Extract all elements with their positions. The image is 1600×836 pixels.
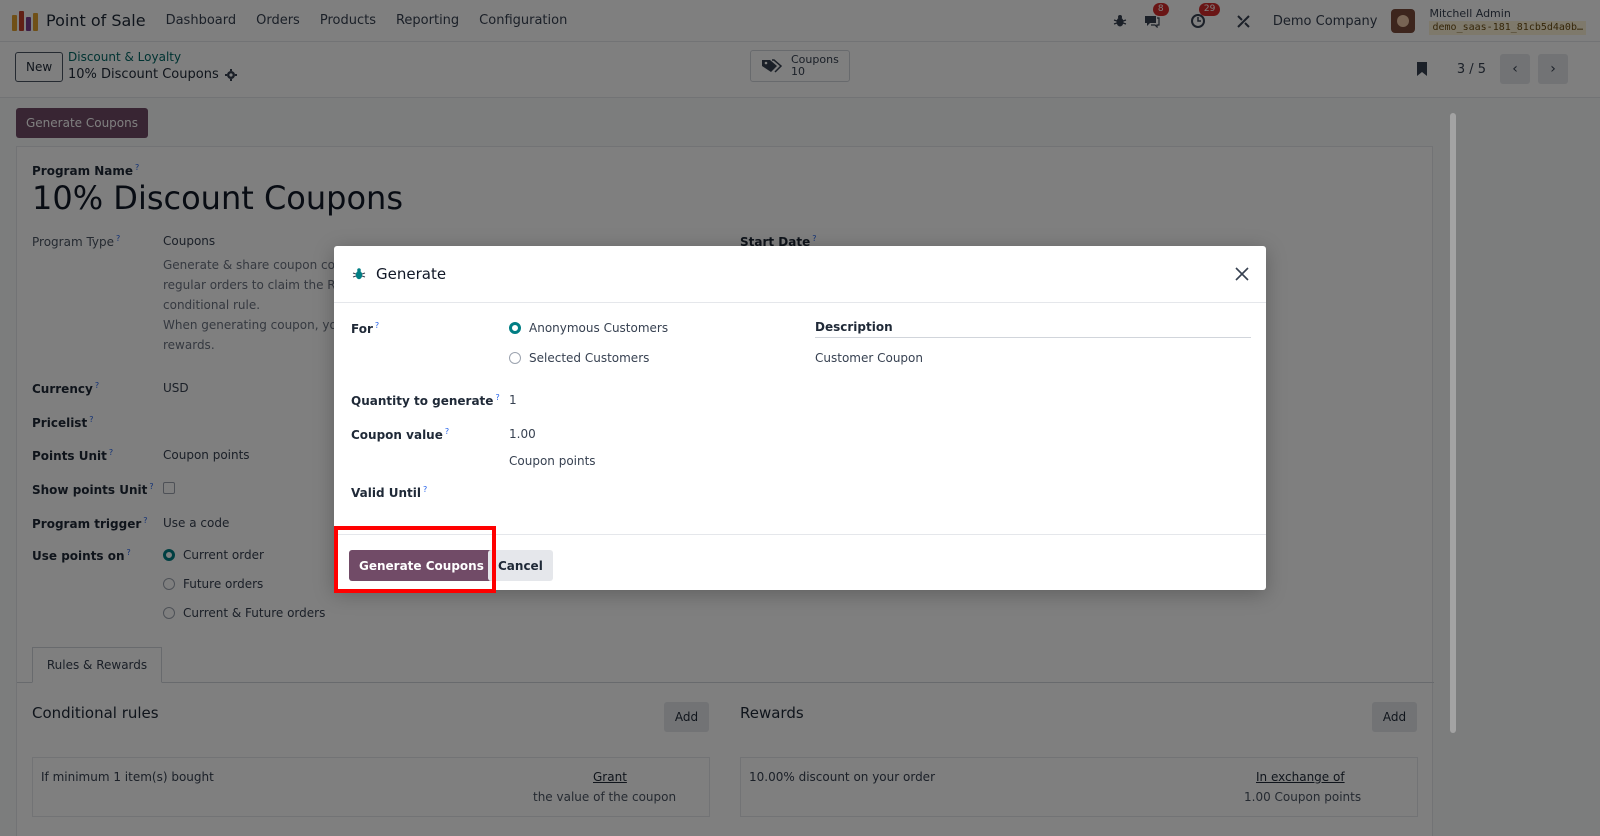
coupon-value-label: Coupon value? bbox=[351, 427, 450, 442]
dialog-header: Generate bbox=[334, 246, 1266, 303]
scrollbar[interactable] bbox=[1448, 105, 1458, 836]
cancel-button[interactable]: Cancel bbox=[488, 550, 553, 581]
dialog-title: Generate bbox=[376, 265, 447, 283]
for-selected-radio[interactable] bbox=[509, 352, 521, 364]
close-icon[interactable] bbox=[1232, 264, 1252, 284]
for-label: For? bbox=[351, 321, 380, 336]
description-label: Description bbox=[815, 320, 1251, 338]
highlight-box bbox=[334, 526, 496, 593]
coupon-value-unit: Coupon points bbox=[509, 454, 596, 468]
quantity-label: Quantity to generate? bbox=[351, 393, 500, 408]
for-anonymous-label[interactable]: Anonymous Customers bbox=[529, 321, 668, 335]
description-field[interactable]: Customer Coupon bbox=[815, 351, 923, 365]
valid-until-label: Valid Until? bbox=[351, 485, 428, 500]
dialog-body: For? Anonymous Customers Selected Custom… bbox=[334, 303, 1266, 534]
for-anonymous-radio[interactable] bbox=[509, 322, 521, 334]
scrollbar-thumb[interactable] bbox=[1450, 113, 1456, 733]
coupon-value-field[interactable]: 1.00 bbox=[509, 427, 536, 441]
for-selected-label[interactable]: Selected Customers bbox=[529, 351, 649, 365]
quantity-field[interactable]: 1 bbox=[509, 393, 517, 407]
bug-icon bbox=[352, 268, 366, 280]
